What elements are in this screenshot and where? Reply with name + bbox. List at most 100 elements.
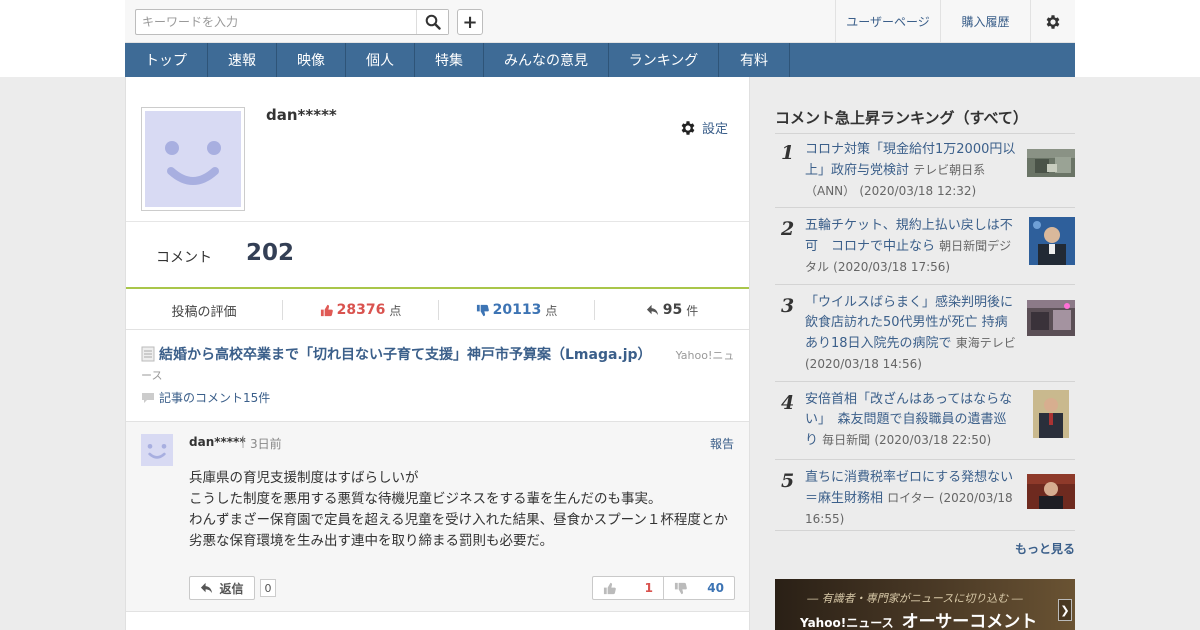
thumbs-down-icon: [674, 582, 687, 594]
nav-ranking[interactable]: ランキング: [609, 43, 719, 77]
nav-opinion[interactable]: みんなの意見: [484, 43, 609, 77]
news-thumbnail: [1033, 390, 1069, 438]
plus-icon: +: [462, 11, 478, 33]
comment-count-label: コメント: [156, 250, 212, 266]
reply-total-unit: 件: [686, 303, 699, 318]
rank-number: 3: [781, 295, 795, 317]
search-input[interactable]: [136, 10, 416, 34]
evaluation-row: 投稿の評価 28376 点 20113 点 95 件: [126, 291, 749, 330]
ranking-item[interactable]: 5 直ちに消費税率ゼロにする発想ない＝麻生財務相 ロイター (2020/03/1…: [775, 460, 1075, 531]
good-vote-button[interactable]: 1: [593, 577, 663, 599]
profile-settings-link[interactable]: 設定: [679, 118, 728, 137]
rank-text: 安倍首相「改ざんはあってはならない」 森友問題で自殺職員の遺書巡り 毎日新聞 (…: [805, 390, 1019, 451]
comment-line: わんずまざー保育園で定員を超える児童を受け入れた結果、昼食かスプーン１杯程度とか: [189, 512, 728, 528]
search-button[interactable]: [416, 10, 448, 34]
news-thumbnail: [1029, 217, 1075, 265]
bad-total-unit: 点: [545, 303, 558, 318]
good-total: 28376 点: [282, 300, 438, 320]
ranking-sidebar: コメント急上昇ランキング（すべて） 1 コロナ対策「現金給付1万2000円以上」…: [775, 77, 1075, 630]
reply-total: 95 件: [594, 300, 749, 320]
smiley-face-icon: [147, 444, 167, 459]
good-total-unit: 点: [389, 303, 402, 318]
author-comment-banner[interactable]: ― 有識者・専門家がニュースに切り込む ― Yahoo!ニュース オーサーコメン…: [775, 579, 1075, 630]
news-thumbnail: [1027, 474, 1075, 509]
good-vote-count: 1: [644, 581, 653, 595]
bad-total: 20113 点: [438, 300, 594, 320]
add-button[interactable]: +: [457, 9, 483, 35]
reply-button[interactable]: 返信: [189, 576, 255, 600]
rank-source: ロイター: [887, 491, 935, 505]
rank-source: 毎日新聞: [822, 433, 871, 447]
gear-icon: [1046, 14, 1060, 29]
article-comments-label: 記事のコメント15件: [159, 391, 271, 405]
rank-time: (2020/03/18 22:50): [874, 433, 992, 447]
report-link[interactable]: 報告: [710, 435, 734, 452]
rank-text: コロナ対策「現金給付1万2000円以上」政府与党検討 テレビ朝日系（ANN） (…: [805, 140, 1019, 202]
bad-vote-button[interactable]: 40: [663, 577, 734, 599]
profile-main-panel: dan***** 設定 コメント 202 投稿の評価 28376 点 20113…: [125, 77, 750, 630]
bad-total-value: 20113: [492, 302, 542, 318]
rank-text: 直ちに消費税率ゼロにする発想ない＝麻生財務相 ロイター (2020/03/18 …: [805, 468, 1019, 530]
article-title-line: 結婚から高校卒業まで「切れ目ない子育て支援」神戸市予算案（Lmaga.jp） Ya…: [141, 345, 736, 386]
global-nav: トップ 速報 映像 個人 特集 みんなの意見 ランキング 有料: [125, 43, 1075, 77]
banner-subtitle: ― 有識者・専門家がニュースに切り込む ―: [807, 592, 1023, 605]
ranking-item[interactable]: 3 「ウイルスばらまく」感染判明後に飲食店訪れた50代男性が死亡 持病あり18日…: [775, 285, 1075, 382]
comment-line: 兵庫県の育児支援制度はすばらしいが: [189, 470, 419, 486]
ranking-item[interactable]: 4 安倍首相「改ざんはあってはならない」 森友問題で自殺職員の遺書巡り 毎日新聞…: [775, 382, 1075, 460]
nav-paid[interactable]: 有料: [719, 43, 790, 77]
comment-username[interactable]: dan*****: [189, 435, 246, 449]
comment-line: 劣悪な保育環境を生み出す連中を取り締まる罰則も必要だ。: [189, 533, 554, 549]
rank-number: 1: [781, 142, 795, 164]
rank-time: (2020/03/18 17:56): [833, 260, 951, 274]
profile-username: dan*****: [266, 106, 337, 124]
news-thumbnail: [1027, 300, 1075, 336]
gear-icon: [681, 120, 695, 135]
good-total-value: 28376: [336, 302, 386, 318]
banner-name: オーサーコメント: [901, 612, 1038, 630]
rank-time: (2020/03/18 14:56): [805, 357, 922, 371]
comment-body: 兵庫県の育児支援制度はすばらしいが こうした制度を悪用する悪質な待機児童ビジネス…: [189, 468, 734, 552]
nav-video[interactable]: 映像: [277, 43, 346, 77]
rank-time: (2020/03/18 12:32): [859, 184, 977, 198]
document-icon: [141, 346, 155, 362]
reply-arrow-icon: [201, 582, 213, 593]
chevron-right-icon[interactable]: ❯: [1058, 599, 1072, 621]
article-title-link[interactable]: 結婚から高校卒業まで「切れ目ない子育て支援」神戸市予算案（Lmaga.jp）: [159, 347, 652, 363]
profile-header: dan***** 設定: [126, 77, 749, 222]
rank-number: 2: [781, 218, 795, 240]
bad-vote-count: 40: [707, 581, 724, 595]
comment-line: こうした制度を悪用する悪質な待機児童ビジネスをする輩を生んだのも事実。: [189, 491, 662, 507]
nav-top[interactable]: トップ: [125, 43, 208, 77]
search-icon: [425, 14, 441, 30]
reply-arrow-icon: [646, 304, 658, 315]
comment-avatar: [141, 434, 173, 466]
comment-count-value: 202: [246, 240, 295, 266]
comment-count-row: コメント 202: [126, 222, 749, 289]
rank-text: 「ウイルスばらまく」感染判明後に飲食店訪れた50代男性が死亡 持病あり18日入院…: [805, 293, 1019, 375]
nav-breaking[interactable]: 速報: [208, 43, 277, 77]
reply-count-badge: 0: [260, 579, 276, 597]
rank-text: 五輪チケット、規約上払い戻しは不可 コロナで中止なら 朝日新聞デジタル (202…: [805, 216, 1019, 278]
search-box: [135, 9, 449, 35]
rank-number: 4: [781, 392, 795, 414]
article-comments-link[interactable]: 記事のコメント15件: [141, 389, 270, 406]
nav-feature[interactable]: 特集: [415, 43, 484, 77]
user-page-link[interactable]: ユーザーページ: [835, 0, 940, 43]
reply-total-value: 95: [662, 302, 683, 318]
header-settings-button[interactable]: [1030, 0, 1075, 43]
nav-individual[interactable]: 個人: [346, 43, 415, 77]
comment-item: dan***** | 3日前 報告 兵庫県の育児支援制度はすばらしいが こうした…: [126, 422, 749, 612]
evaluation-label-cell: 投稿の評価: [126, 300, 282, 320]
ranking-item[interactable]: 1 コロナ対策「現金給付1万2000円以上」政府与党検討 テレビ朝日系（ANN）…: [775, 132, 1075, 208]
avatar: [141, 107, 245, 211]
reply-button-label: 返信: [219, 581, 244, 596]
article-block: 結婚から高校卒業まで「切れ目ない子育て支援」神戸市予算案（Lmaga.jp） Ya…: [126, 330, 749, 422]
header-bar: + ユーザーページ 購入履歴: [125, 0, 1075, 43]
more-link[interactable]: もっと見る: [775, 540, 1075, 557]
ranking-item[interactable]: 2 五輪チケット、規約上払い戻しは不可 コロナで中止なら 朝日新聞デジタル (2…: [775, 208, 1075, 285]
speech-bubble-icon: [142, 392, 154, 403]
banner-main-text: Yahoo!ニュース オーサーコメント: [800, 607, 1037, 630]
thumbs-up-icon: [320, 304, 333, 316]
evaluation-label: 投稿の評価: [171, 304, 237, 320]
purchase-history-link[interactable]: 購入履歴: [940, 0, 1030, 43]
